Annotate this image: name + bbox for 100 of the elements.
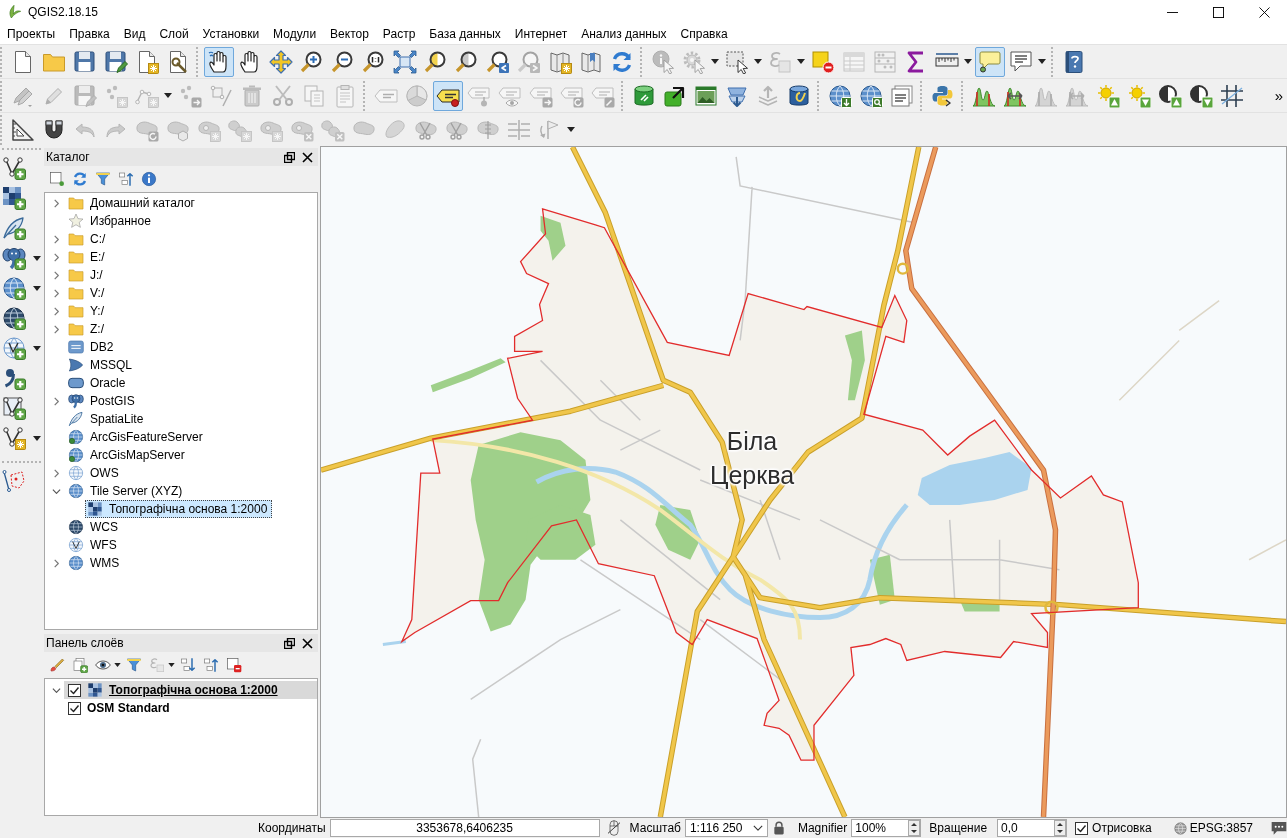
catalog-item[interactable]: PostGIS bbox=[66, 392, 140, 410]
tree-down-icon[interactable] bbox=[180, 657, 196, 673]
snake-prompt-icon[interactable] bbox=[930, 83, 955, 108]
catalog-item[interactable]: ArcGisFeatureServer bbox=[66, 428, 208, 446]
catalog-item[interactable]: SpatiaLite bbox=[66, 410, 149, 428]
zoom-out-icon[interactable] bbox=[330, 49, 355, 74]
caret-icon[interactable] bbox=[964, 59, 972, 64]
globe-search-icon[interactable] bbox=[858, 83, 883, 108]
funnel-icon[interactable] bbox=[126, 657, 142, 673]
catalog-item[interactable]: Топографічна основа 1:2000 bbox=[85, 500, 273, 518]
spin-arrows-icon[interactable] bbox=[1054, 820, 1067, 836]
catalog-item[interactable]: WMS bbox=[66, 554, 125, 572]
magnifier-half-icon[interactable] bbox=[423, 49, 448, 74]
text-bubble-icon[interactable] bbox=[1008, 49, 1033, 74]
overflow-button[interactable]: » bbox=[1270, 87, 1287, 104]
caret-icon[interactable] bbox=[114, 663, 121, 667]
spin-arrows-icon[interactable] bbox=[908, 820, 921, 836]
globe-add-icon[interactable] bbox=[2, 276, 26, 300]
contrast-up-icon[interactable] bbox=[1157, 83, 1182, 108]
rotation-spinbox[interactable]: 0,0 bbox=[997, 819, 1068, 837]
globe-vector-add-icon[interactable] bbox=[2, 336, 26, 360]
eye-icon[interactable] bbox=[95, 657, 111, 673]
caret-icon[interactable] bbox=[33, 345, 41, 351]
tree-up-icon[interactable] bbox=[203, 657, 219, 673]
catalog-item[interactable]: C:/ bbox=[66, 230, 111, 248]
square-remove-icon[interactable] bbox=[226, 657, 242, 673]
magnifier-back-icon[interactable] bbox=[485, 49, 510, 74]
vector-sun-icon[interactable] bbox=[2, 426, 26, 450]
menu-item[interactable]: Справка bbox=[673, 24, 735, 44]
expand-arrows-icon[interactable] bbox=[392, 49, 417, 74]
map-bookmark-icon[interactable] bbox=[578, 49, 603, 74]
caret-icon[interactable] bbox=[754, 59, 762, 64]
chat-bubble-icon[interactable] bbox=[1271, 820, 1287, 836]
vector-frame-add-icon[interactable] bbox=[2, 396, 26, 420]
tag-pin-icon[interactable] bbox=[432, 80, 463, 111]
menu-item[interactable]: Интернет bbox=[507, 24, 575, 44]
globe-add-icon[interactable] bbox=[2, 306, 26, 330]
grid-icon[interactable] bbox=[1219, 83, 1244, 108]
map-sun-icon[interactable] bbox=[547, 49, 572, 74]
nodes-polygon-icon[interactable] bbox=[2, 469, 26, 493]
menu-item[interactable]: Проекты bbox=[0, 24, 63, 44]
coordinates-field[interactable]: 3353678,6406235 bbox=[329, 819, 600, 837]
magnifier-ratio-icon[interactable] bbox=[361, 49, 386, 74]
magnifier-spinbox[interactable]: 100% bbox=[851, 819, 922, 837]
comma-add-icon[interactable] bbox=[2, 366, 26, 390]
menu-item[interactable]: Установки bbox=[195, 24, 267, 44]
close-icon[interactable] bbox=[302, 151, 313, 163]
menu-item[interactable]: Растр bbox=[375, 24, 423, 44]
close-icon[interactable] bbox=[1258, 6, 1270, 18]
paint-brush-icon[interactable] bbox=[49, 657, 65, 673]
catalog-item[interactable]: ArcGisMapServer bbox=[66, 446, 190, 464]
square-no-entry-icon[interactable] bbox=[810, 49, 835, 74]
layer-item[interactable]: OSM Standard bbox=[64, 699, 317, 717]
vector-add-icon[interactable] bbox=[2, 156, 26, 180]
feather-add-icon[interactable] bbox=[2, 216, 26, 240]
menu-item[interactable]: Слой bbox=[152, 24, 196, 44]
contrast-down-icon[interactable] bbox=[1188, 83, 1213, 108]
magnifier-half-icon[interactable] bbox=[454, 49, 479, 74]
float-icon[interactable] bbox=[284, 151, 295, 163]
catalog-item[interactable]: OWS bbox=[66, 464, 124, 482]
scale-combobox[interactable]: 1:116 250 bbox=[684, 819, 768, 837]
crs-button[interactable]: EPSG:3857 bbox=[1173, 821, 1254, 835]
layer-item[interactable]: Топографічна основа 1:2000 bbox=[64, 681, 317, 699]
info-icon[interactable] bbox=[141, 171, 157, 187]
catalog-item[interactable]: MSSQL bbox=[66, 356, 137, 374]
mouse-icon[interactable] bbox=[605, 820, 622, 836]
catalog-item[interactable]: Избранное bbox=[66, 212, 156, 230]
floppy-pencil-icon[interactable] bbox=[103, 49, 128, 74]
catalog-item[interactable]: Oracle bbox=[66, 374, 131, 392]
four-arrows-icon[interactable] bbox=[268, 49, 293, 74]
catalog-item[interactable]: WFS bbox=[66, 536, 122, 554]
checkbox[interactable] bbox=[68, 683, 81, 697]
menu-item[interactable]: Анализ данных bbox=[574, 24, 674, 44]
document-lines-icon[interactable] bbox=[889, 83, 914, 108]
catalog-item[interactable]: Tile Server (XYZ) bbox=[66, 482, 188, 500]
zoom-in-icon[interactable] bbox=[299, 49, 324, 74]
sun-down-icon[interactable] bbox=[1126, 83, 1151, 108]
catalog-item[interactable]: J:/ bbox=[66, 266, 108, 284]
caret-icon[interactable] bbox=[33, 285, 41, 291]
catalog-item[interactable]: E:/ bbox=[66, 248, 110, 266]
documents-add-icon[interactable] bbox=[72, 657, 88, 673]
catalog-item[interactable]: Y:/ bbox=[66, 302, 109, 320]
hand-motion-icon[interactable] bbox=[203, 46, 234, 77]
menu-item[interactable]: Правка bbox=[62, 24, 117, 44]
elephant-add-icon[interactable] bbox=[2, 246, 26, 270]
catalog-item[interactable]: WCS bbox=[66, 518, 123, 536]
caret-icon[interactable] bbox=[1038, 59, 1046, 64]
menu-item[interactable]: Вектор bbox=[323, 24, 376, 44]
database-icon[interactable] bbox=[786, 83, 811, 108]
tree-up-icon[interactable] bbox=[118, 171, 134, 187]
globe-download-icon[interactable] bbox=[827, 83, 852, 108]
lock-icon[interactable] bbox=[771, 821, 786, 835]
funnel-icon[interactable] bbox=[95, 171, 111, 187]
refresh-icon[interactable] bbox=[72, 171, 88, 187]
catalog-item[interactable]: Домашний каталог bbox=[66, 194, 200, 212]
caret-icon[interactable] bbox=[33, 255, 41, 261]
menu-item[interactable]: База данных bbox=[422, 24, 508, 44]
checkbox[interactable] bbox=[1075, 821, 1089, 835]
close-icon[interactable] bbox=[302, 637, 313, 649]
catalog-item[interactable]: V:/ bbox=[66, 284, 110, 302]
